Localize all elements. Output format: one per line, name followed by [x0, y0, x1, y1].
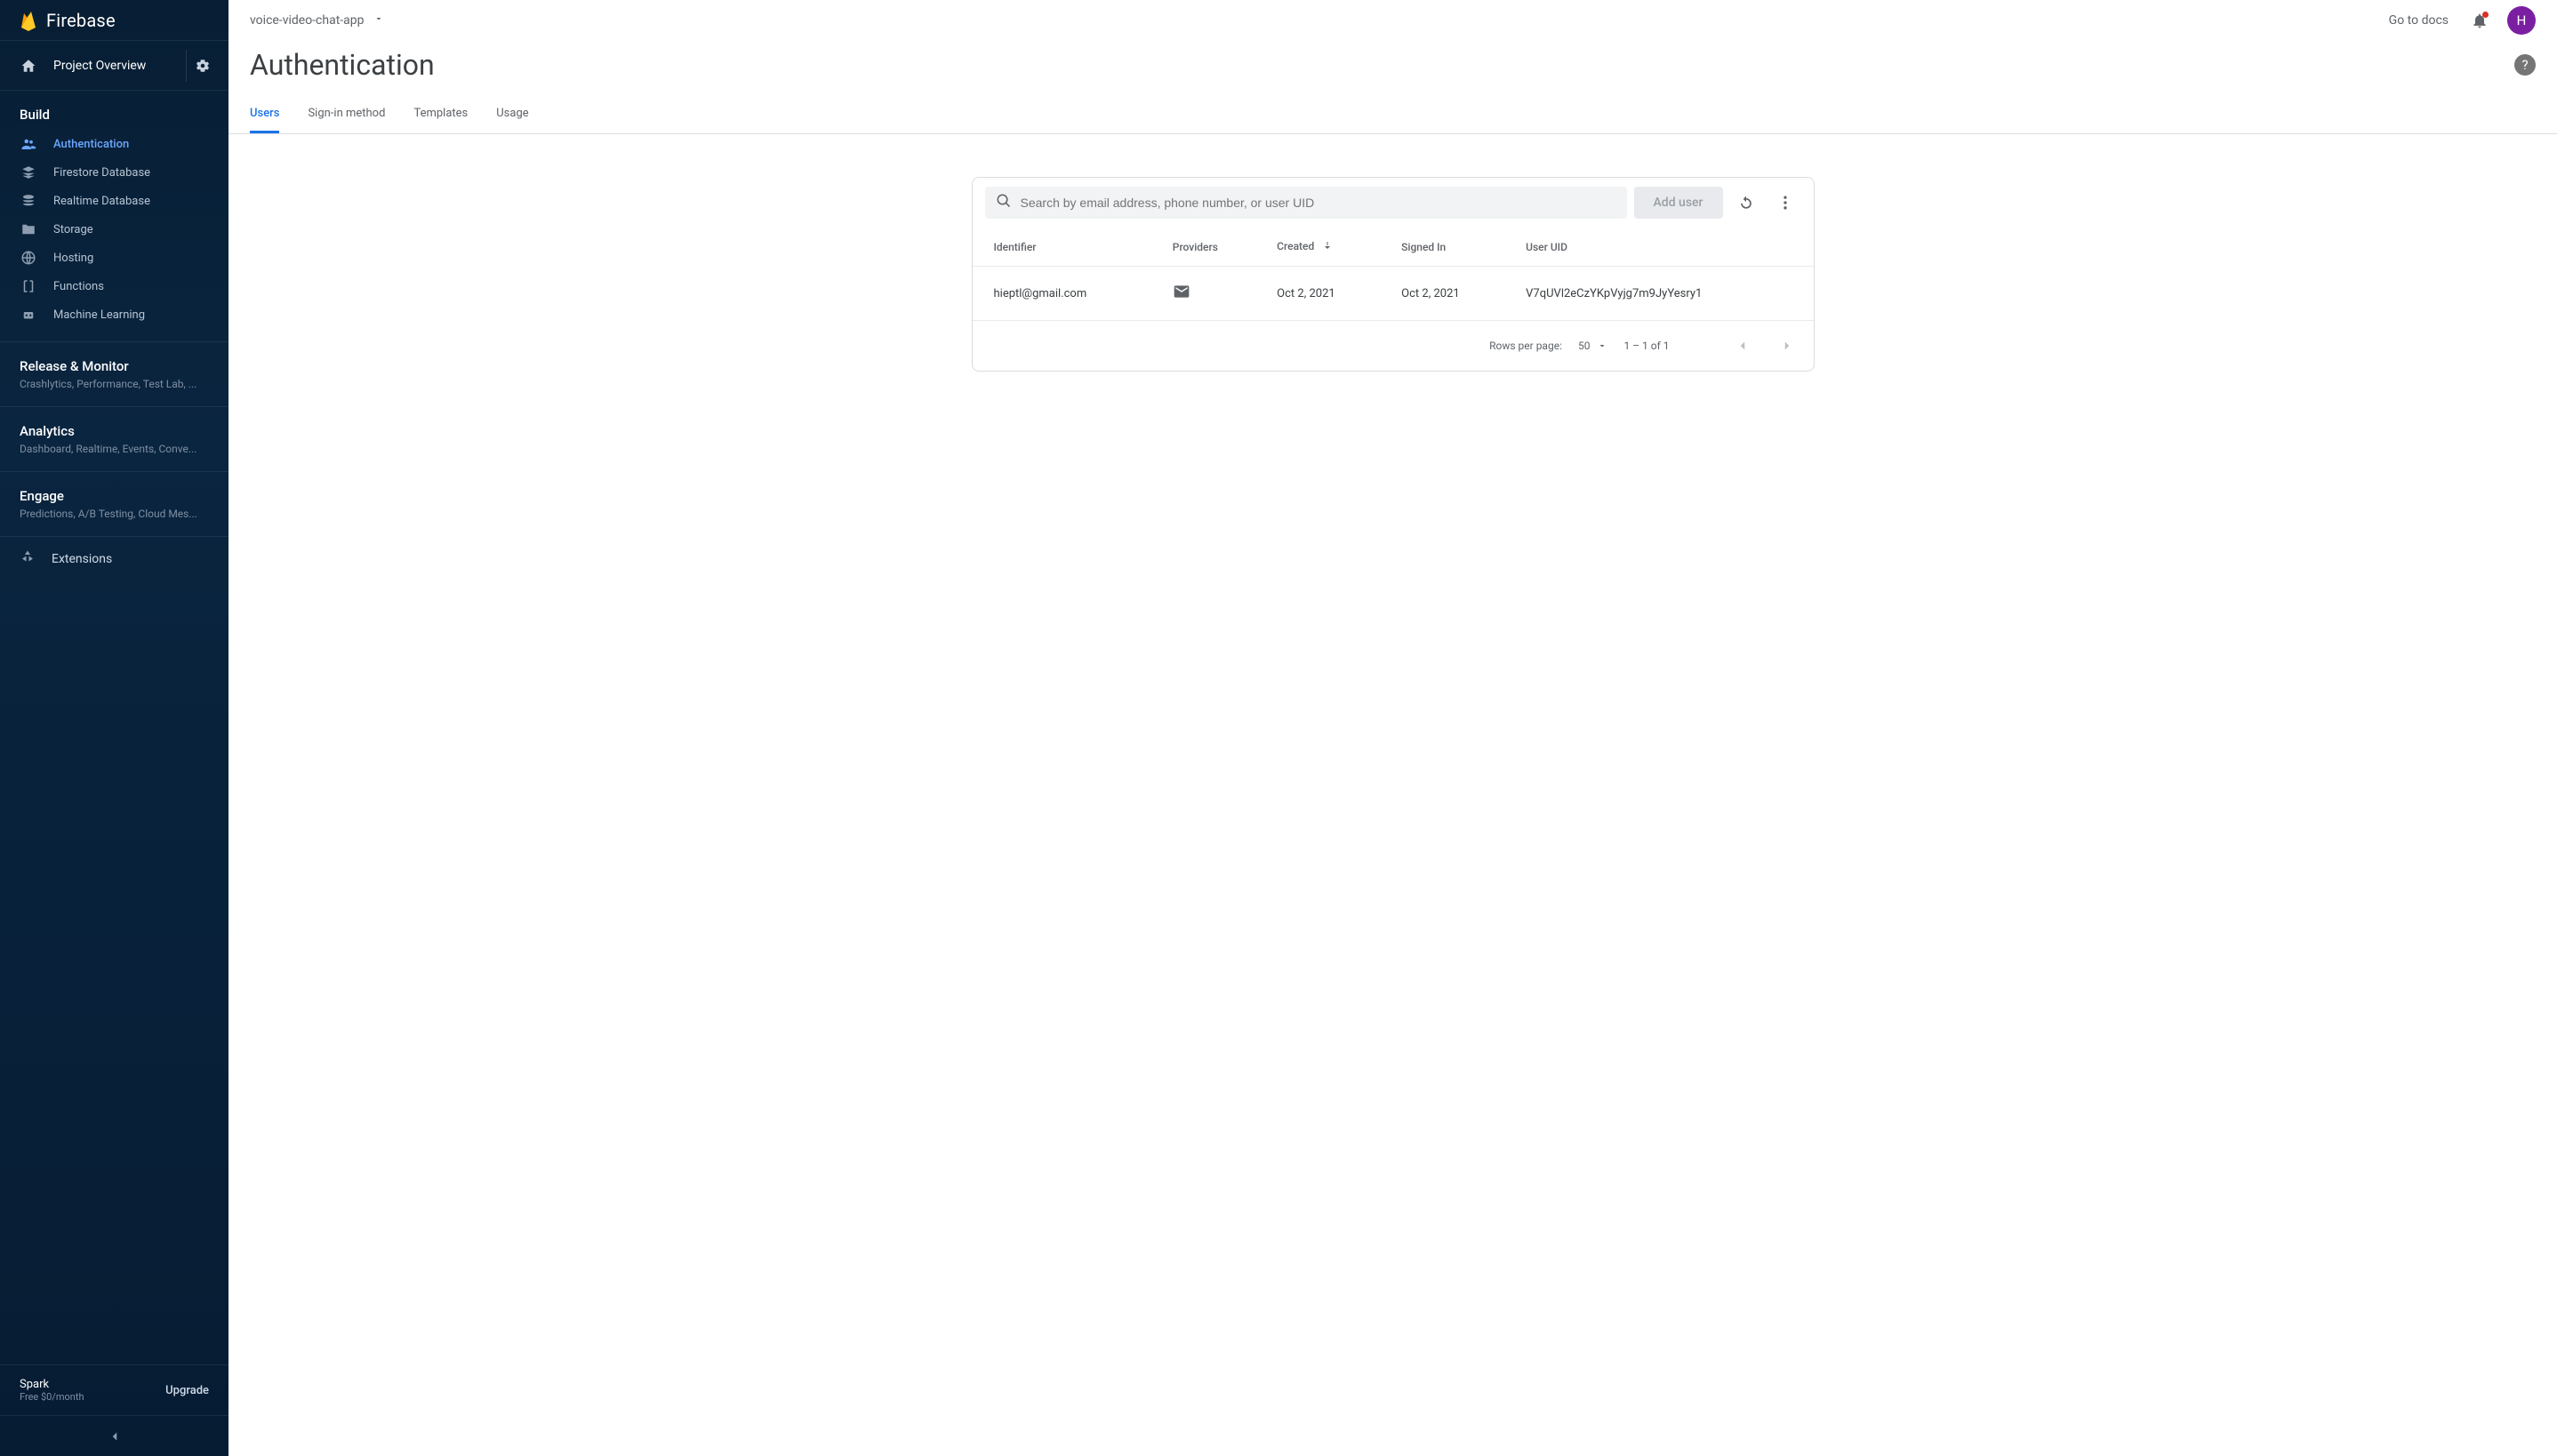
refresh-button[interactable]	[1730, 187, 1762, 219]
sidebar-item-functions[interactable]: Functions	[0, 272, 228, 300]
search-input[interactable]	[1021, 196, 1616, 210]
functions-icon	[20, 278, 37, 294]
extensions-icon	[20, 549, 36, 569]
group-subtitle: Predictions, A/B Testing, Cloud Mes...	[20, 508, 209, 520]
sidebar-item-label: Firestore Database	[53, 166, 150, 180]
prev-page-button[interactable]	[1728, 332, 1757, 360]
sidebar-item-label: Storage	[53, 223, 93, 236]
col-created[interactable]: Created	[1255, 228, 1380, 267]
group-subtitle: Dashboard, Realtime, Events, Conve...	[20, 443, 209, 455]
caret-down-icon	[1597, 340, 1607, 351]
sidebar-item-realtime-db[interactable]: Realtime Database	[0, 187, 228, 215]
folder-icon	[20, 221, 37, 237]
group-title: Release & Monitor	[20, 358, 209, 374]
page-title: Authentication	[250, 48, 435, 82]
brand-name: Firebase	[46, 10, 116, 31]
settings-gear-button[interactable]	[186, 50, 218, 82]
sidebar-item-authentication[interactable]: Authentication	[0, 130, 228, 158]
group-title: Engage	[20, 488, 209, 504]
people-icon	[20, 136, 37, 152]
pagination: Rows per page: 50 1 – 1 of 1	[973, 320, 1814, 371]
plan-name: Spark	[20, 1378, 84, 1391]
section-build-title: Build	[0, 91, 228, 130]
sidebar-item-hosting[interactable]: Hosting	[0, 244, 228, 272]
globe-icon	[20, 250, 37, 266]
caret-down-icon	[373, 13, 384, 28]
add-user-button[interactable]: Add user	[1634, 187, 1723, 219]
sidebar-item-label: Functions	[53, 280, 104, 293]
table-row[interactable]: hieptl@gmail.com Oct 2, 2021 Oct 2, 2021…	[973, 267, 1814, 321]
rows-per-page-label: Rows per page:	[1489, 340, 1562, 352]
rows-per-page-select[interactable]: 50	[1578, 340, 1608, 352]
collapse-sidebar-button[interactable]	[0, 1415, 228, 1456]
cell-provider	[1151, 267, 1255, 321]
sidebar-item-label: Machine Learning	[53, 308, 145, 322]
layers-icon	[20, 164, 37, 180]
group-subtitle: Crashlytics, Performance, Test Lab, ...	[20, 378, 209, 390]
plan-sub: Free $0/month	[20, 1391, 84, 1403]
brand-row: Firebase	[0, 0, 228, 41]
col-providers[interactable]: Providers	[1151, 228, 1255, 267]
sidebar-group-engage[interactable]: Engage Predictions, A/B Testing, Cloud M…	[0, 471, 228, 536]
sidebar-item-storage[interactable]: Storage	[0, 215, 228, 244]
notification-dot-icon	[2482, 12, 2489, 18]
col-uid[interactable]: User UID	[1504, 228, 1813, 267]
sidebar-item-label: Hosting	[53, 252, 93, 265]
page-range: 1 – 1 of 1	[1623, 340, 1669, 352]
email-icon	[1173, 283, 1190, 300]
sidebar-item-firestore[interactable]: Firestore Database	[0, 158, 228, 187]
tab-users[interactable]: Users	[250, 96, 279, 133]
notifications-button[interactable]	[2466, 7, 2493, 34]
tab-signin-method[interactable]: Sign-in method	[308, 96, 385, 133]
cell-signed-in: Oct 2, 2021	[1380, 267, 1504, 321]
users-card: Add user Identifier Providers Created	[972, 177, 1815, 372]
search-icon	[996, 193, 1012, 212]
project-overview-label: Project Overview	[53, 59, 179, 73]
cell-created: Oct 2, 2021	[1255, 267, 1380, 321]
user-avatar[interactable]: H	[2507, 6, 2536, 35]
content: Add user Identifier Providers Created	[228, 134, 2557, 1456]
sidebar-item-label: Authentication	[53, 138, 129, 151]
tab-usage[interactable]: Usage	[496, 96, 528, 133]
sidebar-item-label: Realtime Database	[53, 195, 150, 208]
topbar: voice-video-chat-app Go to docs H	[228, 0, 2557, 41]
upgrade-link[interactable]: Upgrade	[165, 1384, 209, 1397]
sidebar-group-release[interactable]: Release & Monitor Crashlytics, Performan…	[0, 341, 228, 406]
project-selector[interactable]: voice-video-chat-app	[250, 13, 384, 28]
more-menu-button[interactable]	[1769, 187, 1801, 219]
toolbar: Add user	[973, 178, 1814, 228]
robot-icon	[20, 307, 37, 323]
help-button[interactable]: ?	[2514, 54, 2536, 76]
main: voice-video-chat-app Go to docs H Authen…	[228, 0, 2557, 1456]
cell-uid: V7qUVl2eCzYKpVyjg7m9JyYesry1	[1504, 267, 1813, 321]
col-signed-in[interactable]: Signed In	[1380, 228, 1504, 267]
extensions-label: Extensions	[52, 552, 112, 566]
tab-templates[interactable]: Templates	[413, 96, 468, 133]
docs-link[interactable]: Go to docs	[2389, 13, 2449, 28]
tabs: Users Sign-in method Templates Usage	[228, 96, 2557, 134]
sidebar-item-ml[interactable]: Machine Learning	[0, 300, 228, 329]
next-page-button[interactable]	[1773, 332, 1801, 360]
sidebar: Firebase Project Overview Build Authenti…	[0, 0, 228, 1456]
page-header: Authentication ?	[228, 41, 2557, 82]
project-overview[interactable]: Project Overview	[0, 41, 228, 91]
plan-row: Spark Free $0/month Upgrade	[0, 1364, 228, 1415]
home-icon	[20, 58, 37, 74]
group-title: Analytics	[20, 423, 209, 439]
sidebar-item-extensions[interactable]: Extensions	[0, 536, 228, 581]
cell-identifier: hieptl@gmail.com	[973, 267, 1151, 321]
sort-desc-icon	[1322, 241, 1333, 253]
search-box[interactable]	[985, 187, 1627, 219]
users-table: Identifier Providers Created Signed In U…	[973, 228, 1814, 320]
project-name: voice-video-chat-app	[250, 13, 365, 28]
col-identifier[interactable]: Identifier	[973, 228, 1151, 267]
database-icon	[20, 193, 37, 209]
sidebar-group-analytics[interactable]: Analytics Dashboard, Realtime, Events, C…	[0, 406, 228, 471]
firebase-logo-icon	[18, 10, 39, 31]
